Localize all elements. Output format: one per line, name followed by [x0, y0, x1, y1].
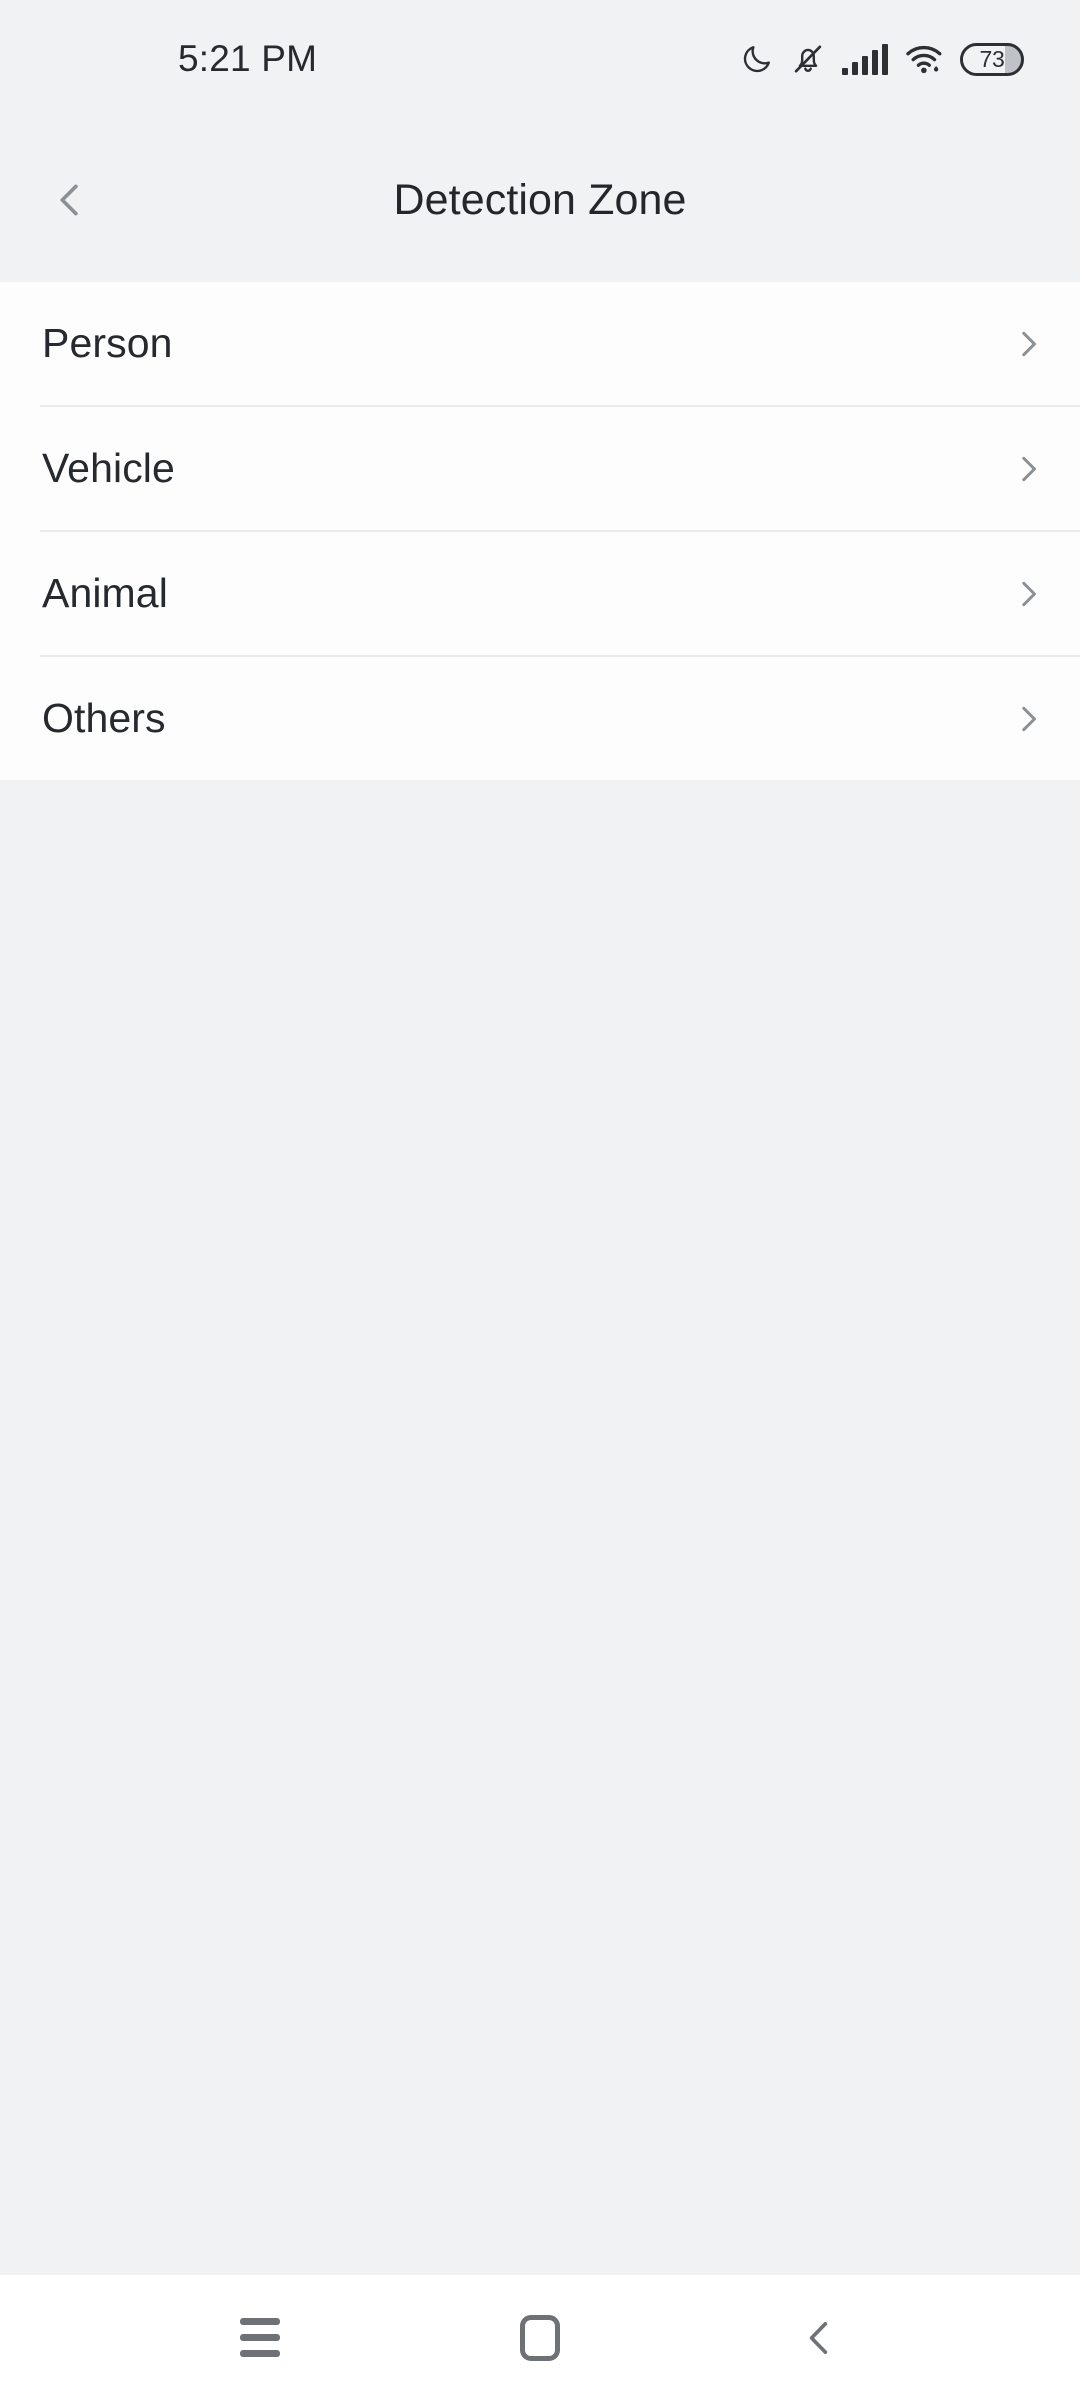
status-bar-icons: 73	[740, 42, 1024, 76]
detection-category-list: Person Vehicle Animal Others	[0, 282, 1080, 780]
list-item-vehicle[interactable]: Vehicle	[0, 407, 1080, 530]
chevron-left-icon	[60, 184, 78, 216]
battery-icon: 73	[960, 42, 1024, 76]
bell-muted-icon	[791, 42, 825, 76]
phone-screen: 5:21 PM 73 Detection Zone Person Vehicle…	[0, 0, 1080, 2400]
system-navigation-bar	[0, 2275, 1080, 2400]
back-chevron-icon	[809, 2321, 828, 2354]
wifi-icon	[905, 42, 943, 76]
do-not-disturb-moon-icon	[740, 42, 774, 76]
cellular-signal-icon	[841, 43, 888, 75]
chevron-right-icon	[1010, 326, 1046, 362]
nav-recents-button[interactable]	[200, 2288, 320, 2388]
page-title: Detection Zone	[393, 175, 687, 224]
status-bar-clock: 5:21 PM	[178, 38, 318, 79]
chevron-right-icon	[1010, 576, 1046, 612]
recents-menu-icon	[240, 2318, 280, 2357]
list-item-animal[interactable]: Animal	[0, 532, 1080, 655]
chevron-right-icon	[1010, 451, 1046, 487]
chevron-right-icon	[1010, 701, 1046, 737]
nav-back-button[interactable]	[760, 2288, 880, 2388]
app-bar: Detection Zone	[0, 118, 1080, 282]
list-item-others[interactable]: Others	[0, 657, 1080, 780]
empty-space	[0, 780, 1080, 2275]
home-square-icon	[520, 2314, 560, 2361]
list-item-person[interactable]: Person	[0, 282, 1080, 405]
nav-home-button[interactable]	[480, 2288, 600, 2388]
battery-level-text: 73	[979, 45, 1005, 72]
content-area: Person Vehicle Animal Others	[0, 282, 1080, 2275]
list-item-label: Animal	[42, 570, 168, 616]
list-item-label: Vehicle	[42, 445, 175, 491]
status-bar: 5:21 PM 73	[0, 0, 1080, 118]
list-item-label: Others	[42, 695, 166, 741]
list-item-label: Person	[42, 320, 173, 366]
back-button[interactable]	[22, 152, 118, 248]
